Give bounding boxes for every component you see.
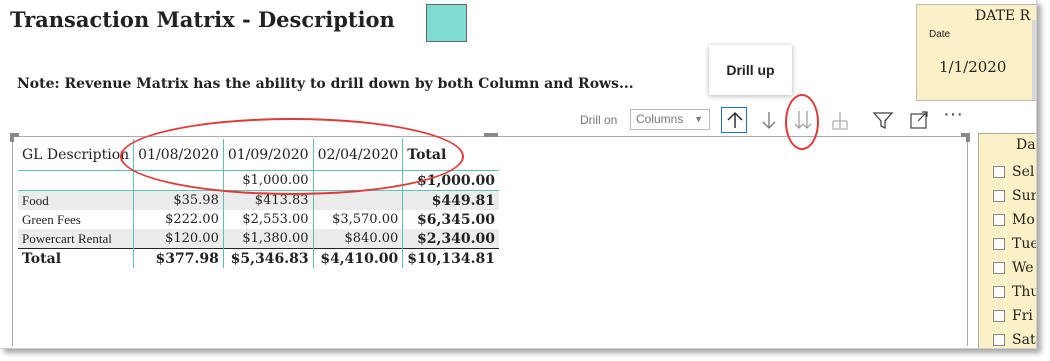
more-options-button[interactable]: ··· [940,104,966,133]
row-label: Total [18,248,135,268]
slicer-option-label: Thu [1012,284,1037,300]
slicer-option-label: We [1012,260,1034,276]
checkbox-icon[interactable] [993,166,1005,178]
checkbox-icon[interactable] [993,190,1005,202]
checkbox-icon[interactable] [993,310,1005,322]
date-range-slicer[interactable]: DATE R Date 1/1/2020 [916,4,1036,101]
slicer-option[interactable]: Fri [993,308,1033,332]
fork-down-icon [832,112,848,130]
checkbox-icon[interactable] [993,286,1005,298]
slicer-scrollbar[interactable] [1032,20,1036,100]
expand-all-button[interactable] [827,107,853,133]
slicer-option[interactable]: Thu [993,284,1037,308]
slicer-option[interactable]: Sur [993,188,1037,212]
drill-up-tooltip: Drill up [709,45,792,95]
table-cell: $4,410.00 [313,248,404,268]
date-slicer-value[interactable]: 1/1/2020 [939,58,1006,76]
grand-total-cell: $10,134.81 [402,248,499,268]
table-row: Green Fees $222.00 $2,553.00 $3,570.00 $… [18,210,499,229]
row-label[interactable]: Green Fees [18,210,135,229]
table-cell: $2,553.00 [223,210,314,229]
table-cell: $222.00 [133,210,224,229]
chevron-down-icon: ▼ [694,114,703,124]
resize-handle[interactable] [484,133,498,137]
table-cell: $1,380.00 [223,229,314,249]
day-slicer: Da Sel Sur Mo Tue We Thu Fri Sat [978,133,1037,348]
drill-up-button[interactable] [721,107,747,133]
day-slicer-title: Da [1016,137,1036,153]
highlight-ring [120,118,464,195]
table-row: Powercart Rental $120.00 $1,380.00 $840.… [18,229,499,249]
row-total-cell: $6,345.00 [417,211,495,228]
page-title: Transaction Matrix - Description [10,7,395,32]
slicer-option[interactable]: We [993,260,1034,284]
table-cell: $840.00 [313,229,404,249]
row-total-cell: $2,340.00 [402,229,499,249]
table-cell: $120.00 [133,229,224,249]
arrow-up-icon [727,112,743,128]
slicer-option-label: Mo [1012,212,1035,228]
checkbox-icon[interactable] [993,262,1005,274]
row-total-cell: $449.81 [402,190,499,210]
column-header-gl-description[interactable]: GL Description [18,139,135,171]
filter-button[interactable] [870,107,896,133]
row-label[interactable]: Powercart Rental [18,229,135,249]
slicer-option-label: Tue [1012,236,1037,252]
arrow-down-icon [762,112,776,129]
resize-handle[interactable] [10,133,14,142]
drill-on-value: Columns [636,112,684,126]
focus-icon [910,111,928,129]
table-cell: $35.98 [133,190,224,210]
drill-on-select[interactable]: Columns ▼ [630,109,710,130]
resize-handle[interactable] [966,133,970,142]
slicer-option[interactable]: Tue [993,236,1037,260]
table-cell: $377.98 [133,248,224,268]
drill-on-label: Drill on [580,113,618,127]
table-cell: $5,346.83 [223,248,314,268]
grand-total-row: Total $377.98 $5,346.83 $4,410.00 $10,13… [18,248,499,268]
report-canvas: Transaction Matrix - Description Note: R… [0,0,1037,349]
color-swatch-shape [426,4,467,42]
table-cell: $3,570.00 [313,210,404,229]
row-label[interactable]: Food [18,190,135,210]
checkbox-icon[interactable] [993,334,1005,346]
drill-note-text: Note: Revenue Matrix has the ability to … [17,76,634,92]
slicer-option[interactable]: Mo [993,212,1035,236]
ellipsis-icon: ··· [943,103,963,125]
drill-down-button[interactable] [756,107,782,133]
filter-icon [872,112,894,130]
slicer-option-label: Sat [1012,332,1036,348]
slicer-option-label: Sur [1012,188,1037,204]
checkbox-icon[interactable] [993,238,1005,250]
highlight-ring [785,94,819,150]
checkbox-icon[interactable] [993,214,1005,226]
focus-mode-button[interactable] [906,107,932,133]
row-label[interactable] [18,170,135,191]
slicer-option[interactable]: Sat [993,332,1036,348]
date-slicer-title: DATE R [975,8,1031,24]
slicer-option[interactable]: Sel [993,164,1034,188]
date-slicer-label: Date [929,29,951,40]
slicer-option-label: Fri [1012,308,1033,324]
slicer-option-label: Sel [1012,164,1035,180]
